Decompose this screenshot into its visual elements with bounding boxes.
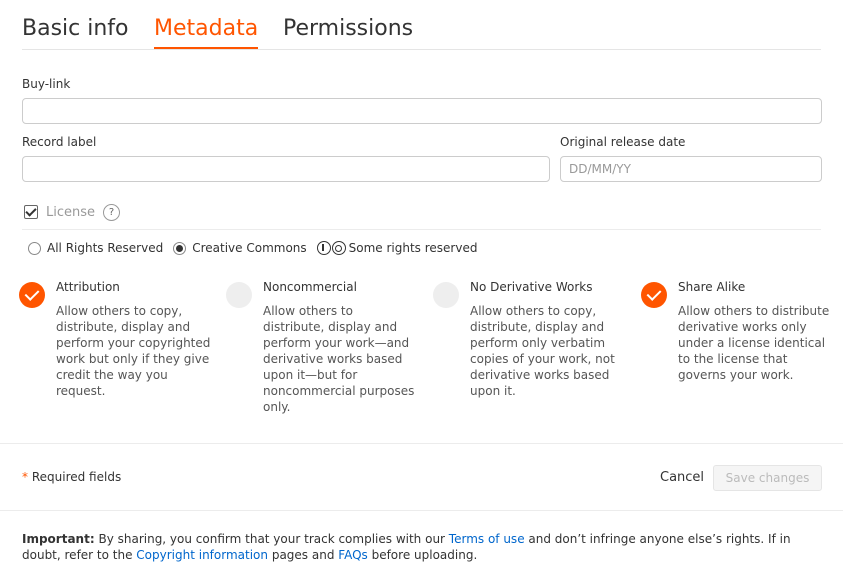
option-title: Attribution [56,280,120,294]
option-title: Noncommercial [263,280,357,294]
divider [22,229,821,230]
no-derivatives-check-icon[interactable] [433,282,459,308]
question-icon[interactable]: ? [103,203,121,221]
record-label-input[interactable] [22,156,550,182]
option-description: Allow others to copy, distribute, displa… [470,304,615,398]
share-alike-icon [331,241,346,255]
required-fields-note: * Required fields [22,470,121,484]
important-lead: Important: [22,532,95,546]
creative-commons-radio[interactable] [173,241,187,255]
attribution-icon [316,241,331,255]
important-notice: Important: By sharing, you confirm that … [22,531,822,563]
tab-basic-info[interactable]: Basic info [22,14,129,49]
license-row: License ? [24,202,121,222]
license-checkbox[interactable] [24,205,38,219]
divider [0,443,843,444]
faqs-link[interactable]: FAQs [338,548,368,562]
attribution-check-icon[interactable] [19,282,45,308]
all-rights-label[interactable]: All Rights Reserved [47,241,163,255]
notice-text: By sharing, you confirm that your track … [94,532,449,546]
tab-metadata[interactable]: Metadata [154,14,259,49]
share-alike-check-icon[interactable] [641,282,667,308]
terms-of-use-link[interactable]: Terms of use [449,532,525,546]
tab-permissions[interactable]: Permissions [283,14,413,49]
required-text: Required fields [31,470,122,484]
license-type-group: All Rights Reserved Creative Commons Som… [28,239,477,257]
buy-link-input[interactable] [22,98,822,124]
all-rights-radio[interactable] [28,241,41,255]
notice-text: before uploading. [367,548,478,562]
record-label-label: Record label [22,135,97,149]
buy-link-label: Buy-link [22,77,71,91]
option-title: Share Alike [678,280,746,294]
license-label: License [46,204,96,220]
option-description: Allow others to distribute derivative wo… [678,304,830,382]
cancel-button[interactable]: Cancel [660,470,704,485]
release-date-label: Original release date [560,135,686,149]
divider [0,510,843,511]
noncommercial-check-icon[interactable] [226,282,252,308]
some-rights-label: Some rights reserved [348,241,478,255]
notice-text: pages and [268,548,339,562]
copyright-information-link[interactable]: Copyright information [136,548,268,562]
save-button[interactable]: Save changes [713,465,822,491]
option-description: Allow others to distribute, display and … [263,304,415,414]
cc-icons [316,241,346,255]
release-date-input[interactable] [560,156,822,182]
tab-bar: Basic info Metadata Permissions [22,14,821,50]
option-title: No Derivative Works [470,280,593,294]
required-star: * [22,470,28,484]
option-description: Allow others to copy, distribute, displa… [56,304,211,398]
creative-commons-label[interactable]: Creative Commons [192,241,306,255]
